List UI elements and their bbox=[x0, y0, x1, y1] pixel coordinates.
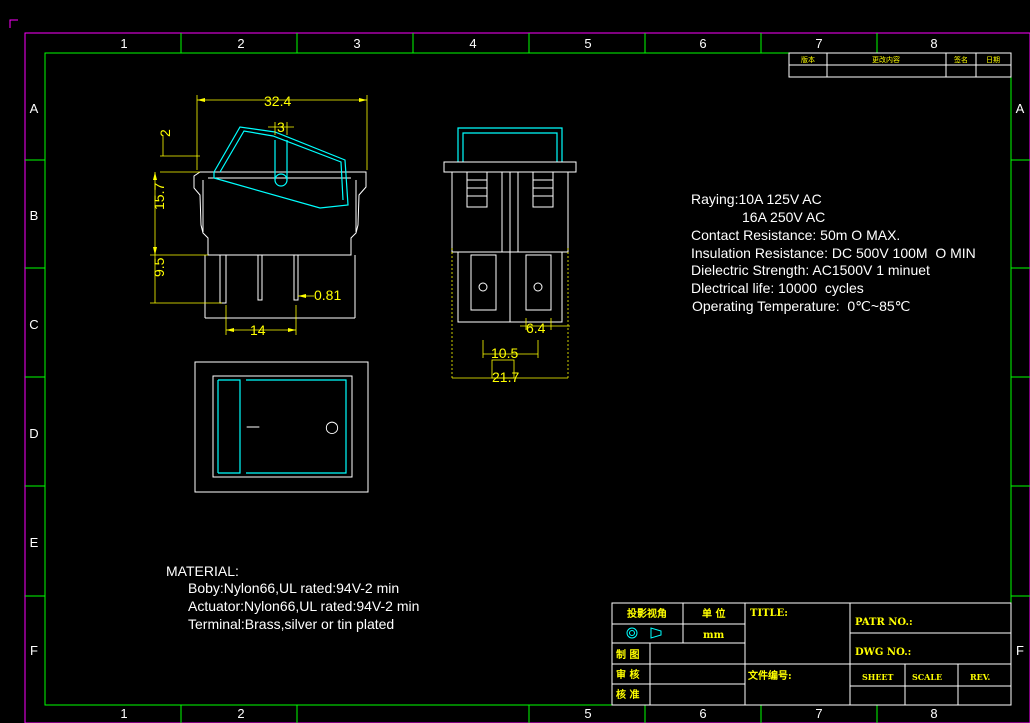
dim-pin-length: 9.5 bbox=[151, 257, 167, 277]
projection-symbol bbox=[626, 627, 662, 639]
spec-life: Dlectrical life: 10000 cycles bbox=[691, 280, 864, 296]
row-label: A bbox=[30, 101, 39, 116]
off-mark: — bbox=[246, 419, 260, 435]
tb-sheet: SHEET bbox=[862, 672, 894, 682]
bottom-col-label: 5 bbox=[584, 706, 591, 721]
bottom-col-label: 7 bbox=[815, 706, 822, 721]
bottom-col-label: 2 bbox=[237, 706, 244, 721]
dim-width: 32.4 bbox=[264, 93, 291, 109]
tb-checked: 审 核 bbox=[616, 668, 639, 681]
col-label: 5 bbox=[584, 36, 591, 51]
drawing-sheet: 1 2 3 4 5 6 7 8 1 2 5 6 7 8 A B C D E F … bbox=[9, 19, 1030, 723]
revision-table: 版本 更改内容 签名 日期 bbox=[788, 52, 1012, 78]
rev-header: 日期 bbox=[986, 56, 1000, 64]
material-body: Boby:Nylon66,UL rated:94V-2 min bbox=[188, 580, 400, 596]
row-label-right: A bbox=[1016, 101, 1025, 116]
rev-header: 签名 bbox=[954, 55, 968, 64]
tb-part-no: PATR NO.: bbox=[855, 617, 913, 628]
dim-actuator: 3 bbox=[277, 119, 285, 135]
tb-rev: REV. bbox=[970, 672, 991, 682]
material-actuator: Actuator:Nylon66,UL rated:94V-2 min bbox=[188, 598, 420, 614]
spec-rating-2: 16A 250V AC bbox=[742, 209, 826, 225]
bottom-col-label: 6 bbox=[699, 706, 706, 721]
spec-temperature: Operating Temperature: 0℃~85℃ bbox=[692, 298, 911, 314]
rev-header: 版本 bbox=[801, 55, 815, 64]
material-title: MATERIAL: bbox=[166, 563, 239, 579]
dim-pin-thickness: 0.81 bbox=[314, 287, 341, 303]
tb-approved: 核 准 bbox=[616, 688, 639, 701]
dim-pin-pitch: 14 bbox=[250, 322, 266, 338]
tb-scale: SCALE bbox=[912, 672, 942, 682]
col-label: 7 bbox=[815, 36, 822, 51]
spec-rating-1: Raying:10A 125V AC bbox=[691, 191, 822, 207]
col-label: 8 bbox=[930, 36, 937, 51]
dim-height: 15.7 bbox=[151, 183, 167, 210]
tb-unit-value: mm bbox=[703, 630, 725, 641]
dim-overall: 21.7 bbox=[492, 369, 519, 385]
front-view: — ○ bbox=[194, 361, 369, 493]
bottom-col-label: 8 bbox=[930, 706, 937, 721]
rev-header: 更改内容 bbox=[872, 55, 900, 64]
spec-dielectric: Dielectric Strength: AC1500V 1 minuet bbox=[691, 262, 930, 278]
end-view: 6.4 10.5 21.7 bbox=[443, 127, 577, 385]
row-label: F bbox=[30, 643, 38, 658]
dim-pin-spacing: 10.5 bbox=[491, 345, 518, 361]
tb-title: TITLE: bbox=[750, 608, 788, 619]
dim-terminal: 6.4 bbox=[526, 320, 546, 336]
col-label: 6 bbox=[699, 36, 706, 51]
tb-unit-label: 单 位 bbox=[702, 607, 725, 620]
row-label: D bbox=[29, 426, 38, 441]
side-view: 32.4 3 2 15.7 9.5 0.81 14 bbox=[150, 93, 368, 338]
col-label: 2 bbox=[237, 36, 244, 51]
row-label: C bbox=[29, 317, 38, 332]
row-label-right: F bbox=[1016, 643, 1024, 658]
col-label: 3 bbox=[353, 36, 360, 51]
on-mark: ○ bbox=[325, 417, 339, 436]
title-block: 投影视角 单 位 mm 制 图 审 核 核 准 TITLE: 文件编号: PAT… bbox=[611, 602, 1012, 706]
col-label: 4 bbox=[469, 36, 476, 51]
material-terminal: Terminal:Brass,silver or tin plated bbox=[188, 616, 395, 632]
bottom-col-label: 1 bbox=[120, 706, 127, 721]
tb-projection: 投影视角 bbox=[627, 607, 667, 620]
row-label: E bbox=[30, 535, 39, 550]
spec-insulation: Insulation Resistance: DC 500V 100M O MI… bbox=[691, 245, 976, 261]
col-label: 1 bbox=[120, 36, 127, 51]
dim-top: 2 bbox=[157, 129, 173, 137]
row-label: B bbox=[30, 208, 39, 223]
tb-file-no: 文件编号: bbox=[748, 669, 792, 682]
spec-contact: Contact Resistance: 50m O MAX. bbox=[691, 227, 901, 243]
tb-dwg-no: DWG NO.: bbox=[855, 647, 911, 658]
tb-drawn: 制 图 bbox=[616, 648, 639, 661]
